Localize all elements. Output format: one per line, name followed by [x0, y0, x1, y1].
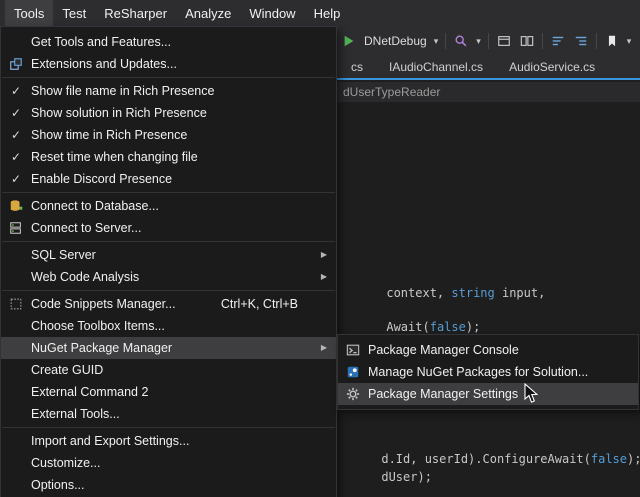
submenu-arrow-icon: ▶ [321, 344, 327, 352]
menu-item-show-time[interactable]: ✓ Show time in Rich Presence [1, 124, 336, 146]
breadcrumb[interactable]: dUserTypeReader [343, 85, 440, 99]
toolbar-separator [542, 33, 543, 49]
chevron-down-icon[interactable]: ▾ [434, 37, 439, 46]
submenu-item-manage-nuget-packages[interactable]: Manage NuGet Packages for Solution... [338, 361, 638, 383]
menu-item-create-guid[interactable]: Create GUID [1, 359, 336, 381]
menu-item-extensions-and-updates[interactable]: Extensions and Updates... [1, 53, 336, 75]
server-icon [1, 221, 31, 235]
menu-item-options[interactable]: Options... [1, 474, 336, 496]
menu-item-customize[interactable]: Customize... [1, 452, 336, 474]
shortcut-label: Ctrl+K, Ctrl+B [221, 297, 298, 311]
menu-separator [2, 290, 335, 291]
menu-item-get-tools-and-features[interactable]: Get Tools and Features... [1, 31, 336, 53]
menubar-item-tools[interactable]: Tools [5, 0, 53, 26]
menubar-item-test[interactable]: Test [53, 0, 95, 26]
toolbar-separator [445, 33, 446, 49]
menu-item-show-solution[interactable]: ✓ Show solution in Rich Presence [1, 102, 336, 124]
submenu-item-package-manager-settings[interactable]: Package Manager Settings [338, 383, 638, 405]
menubar-item-help[interactable]: Help [305, 0, 350, 26]
gear-icon [338, 387, 368, 401]
find-icon[interactable] [453, 33, 469, 49]
checkmark-icon: ✓ [11, 128, 21, 142]
menu-item-enable-discord-presence[interactable]: ✓ Enable Discord Presence [1, 168, 336, 190]
snippets-icon [1, 297, 31, 311]
console-icon [338, 343, 368, 357]
chevron-down-icon[interactable]: ▾ [476, 37, 481, 46]
menu-item-connect-to-server[interactable]: Connect to Server... [1, 217, 336, 239]
checkmark-icon: ✓ [11, 106, 21, 120]
debug-target-label[interactable]: DNetDebug [364, 34, 427, 48]
menu-item-external-tools[interactable]: External Tools... [1, 403, 336, 425]
mouse-cursor [524, 383, 538, 404]
menu-item-web-code-analysis[interactable]: Web Code Analysis ▶ [1, 266, 336, 288]
menubar-item-window[interactable]: Window [240, 0, 304, 26]
tab-iaudiochannel[interactable]: IAudioChannel.cs [376, 56, 496, 78]
menu-item-show-file-name[interactable]: ✓ Show file name in Rich Presence [1, 80, 336, 102]
menu-item-import-and-export-settings[interactable]: Import and Export Settings... [1, 430, 336, 452]
menu-item-choose-toolbox-items[interactable]: Choose Toolbox Items... [1, 315, 336, 337]
indent-icon[interactable] [573, 33, 589, 49]
submenu-arrow-icon: ▶ [321, 273, 327, 281]
submenu-arrow-icon: ▶ [321, 251, 327, 259]
menu-bar: Tools Test ReSharper Analyze Window Help [0, 0, 640, 26]
menu-separator [2, 427, 335, 428]
tools-menu-dropdown: Get Tools and Features... Extensions and… [0, 26, 337, 497]
checkmark-icon: ✓ [11, 84, 21, 98]
start-debug-icon[interactable] [341, 33, 357, 49]
extensions-icon [1, 57, 31, 71]
submenu-item-package-manager-console[interactable]: Package Manager Console [338, 339, 638, 361]
nuget-packages-icon [338, 365, 368, 379]
tab-partial[interactable]: cs [338, 56, 376, 78]
word-wrap-icon[interactable] [550, 33, 566, 49]
visual-studio-window: Tools Test ReSharper Analyze Window Help… [0, 0, 640, 497]
tab-audioservice[interactable]: AudioService.cs [496, 56, 608, 78]
split-window-icon[interactable] [519, 33, 535, 49]
checkmark-icon: ✓ [11, 150, 21, 164]
bookmark-icon[interactable] [604, 33, 620, 49]
menu-item-connect-to-database[interactable]: Connect to Database... [1, 195, 336, 217]
checkmark-icon: ✓ [11, 172, 21, 186]
toolbar-separator [488, 33, 489, 49]
new-window-icon[interactable] [496, 33, 512, 49]
menu-item-external-command-2[interactable]: External Command 2 [1, 381, 336, 403]
nuget-package-manager-submenu: Package Manager Console Manage NuGet Pac… [337, 334, 639, 410]
toolbar-separator [596, 33, 597, 49]
menu-item-code-snippets-manager[interactable]: Code Snippets Manager... Ctrl+K, Ctrl+B [1, 293, 336, 315]
menubar-item-analyze[interactable]: Analyze [176, 0, 240, 26]
database-icon [1, 199, 31, 213]
menu-separator [2, 192, 335, 193]
menu-item-reset-time[interactable]: ✓ Reset time when changing file [1, 146, 336, 168]
menubar-item-resharper[interactable]: ReSharper [95, 0, 176, 26]
menu-item-sql-server[interactable]: SQL Server ▶ [1, 244, 336, 266]
code-line: se); [338, 486, 410, 497]
menu-separator [2, 241, 335, 242]
menu-separator [2, 77, 335, 78]
menu-item-nuget-package-manager[interactable]: NuGet Package Manager ▶ [1, 337, 336, 359]
toolbar-overflow-chevron-icon[interactable]: ▾ [627, 37, 632, 46]
